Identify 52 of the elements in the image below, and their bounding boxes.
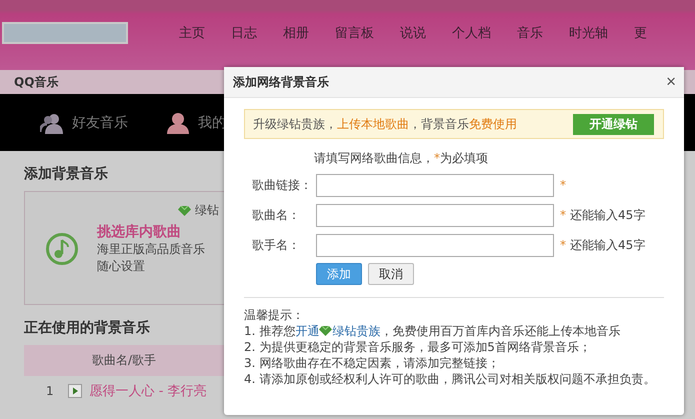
tip-text: 3. 网络歌曲存在不稳定因素，请添加完整链接； xyxy=(244,355,500,371)
tab[interactable]: 好友音乐 xyxy=(40,112,128,134)
tip-link[interactable]: 绿钻贵族 xyxy=(332,323,380,339)
tip-text: 4. 请添加原创或经权利人许可的歌曲，腾讯公司对相关版权问题不承担负责。 xyxy=(244,371,656,387)
person-icon xyxy=(40,112,64,134)
section-heading: 添加背景音乐 xyxy=(24,165,108,183)
field-label: 歌曲链接： xyxy=(251,176,313,194)
nav-link[interactable]: 个人档 xyxy=(439,24,504,42)
tip-text: 1. 推荐您开通 绿钻贵族，免费使用百万首库内音乐还能上传本地音乐 xyxy=(244,323,622,339)
required-mark: * xyxy=(560,208,566,222)
input-field[interactable] xyxy=(316,234,554,256)
close-button[interactable]: × xyxy=(666,72,676,92)
library-link[interactable]: 挑选库内歌曲 xyxy=(97,223,205,241)
column-header: 歌曲名/歌手 xyxy=(92,352,156,369)
field-label: 歌曲名： xyxy=(251,206,301,224)
tip-text: 2. 为提供更稳定的背景音乐服务，最多可添加5首网络背景音乐； xyxy=(244,339,592,355)
form-instruction: 请填写网络歌曲信息，*为必填项 xyxy=(314,150,489,167)
tip-link[interactable]: 开通 xyxy=(295,323,320,339)
nav-link[interactable]: 主页 xyxy=(166,24,218,42)
field-label: 歌手名： xyxy=(251,236,301,254)
upgrade-link[interactable]: 免费使用 xyxy=(469,116,517,130)
play-icon xyxy=(68,384,82,398)
activate-button[interactable]: 开通绿钻 xyxy=(573,114,654,134)
nav-link[interactable]: 时光轴 xyxy=(556,24,621,42)
input-field[interactable] xyxy=(316,204,554,226)
nav-link[interactable]: 留言板 xyxy=(322,24,387,42)
person-icon xyxy=(166,112,190,134)
add-button[interactable]: 添加 xyxy=(316,263,362,285)
char-counter: 还能输入45字 xyxy=(570,206,646,224)
cancel-button[interactable]: 取消 xyxy=(368,263,414,285)
dialog-title: 添加网络背景音乐 xyxy=(233,74,329,90)
char-counter: 还能输入45字 xyxy=(570,236,646,254)
input-field[interactable] xyxy=(316,174,554,196)
nav-link[interactable]: 更 xyxy=(621,24,660,42)
card-description: 海里正版高品质音乐 xyxy=(97,241,205,258)
card-description: 随心设置 xyxy=(97,258,146,275)
vip-label: 绿钻 xyxy=(195,202,219,219)
upgrade-link[interactable]: 上传本地歌曲 xyxy=(337,116,409,130)
nav-link[interactable]: 相册 xyxy=(270,24,322,42)
diamond-icon xyxy=(319,326,332,336)
required-mark: * xyxy=(560,238,566,252)
nav-link[interactable]: 音乐 xyxy=(504,24,556,42)
diamond-icon xyxy=(178,206,191,216)
music-note-icon xyxy=(45,232,79,266)
song-link[interactable]: 愿得一人心 - 李行亮 xyxy=(90,382,207,400)
promo-text: 升级绿钻贵族，上传本地歌曲，背景音乐免费使用 xyxy=(253,116,517,132)
tips-title: 温馨提示： xyxy=(244,307,305,323)
section-heading: 正在使用的背景音乐 xyxy=(24,319,150,337)
row-number: 1 xyxy=(46,384,54,398)
nav-link[interactable]: 日志 xyxy=(218,24,270,42)
nav-link[interactable]: 说说 xyxy=(387,24,439,42)
required-mark: * xyxy=(560,178,566,192)
